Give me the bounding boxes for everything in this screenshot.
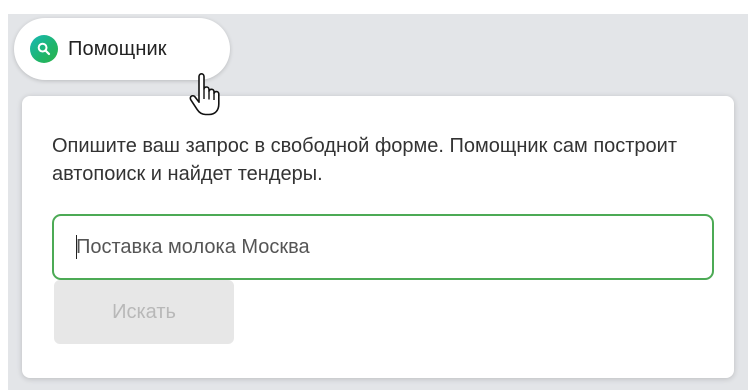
assistant-label: Помощник (68, 37, 167, 60)
hand-pointer-icon (189, 73, 220, 116)
text-caret (76, 235, 77, 259)
popup-description: Опишите ваш запрос в свободной форме. По… (52, 135, 678, 185)
assistant-popup: Опишите ваш запрос в свободной форме. По… (22, 96, 734, 378)
query-input[interactable] (52, 214, 714, 280)
page: Помощник Опишите ваш запрос в свободной … (0, 0, 748, 390)
assistant-button[interactable]: Помощник (14, 18, 230, 80)
search-icon (30, 35, 58, 63)
search-button[interactable]: Искать (54, 280, 234, 344)
